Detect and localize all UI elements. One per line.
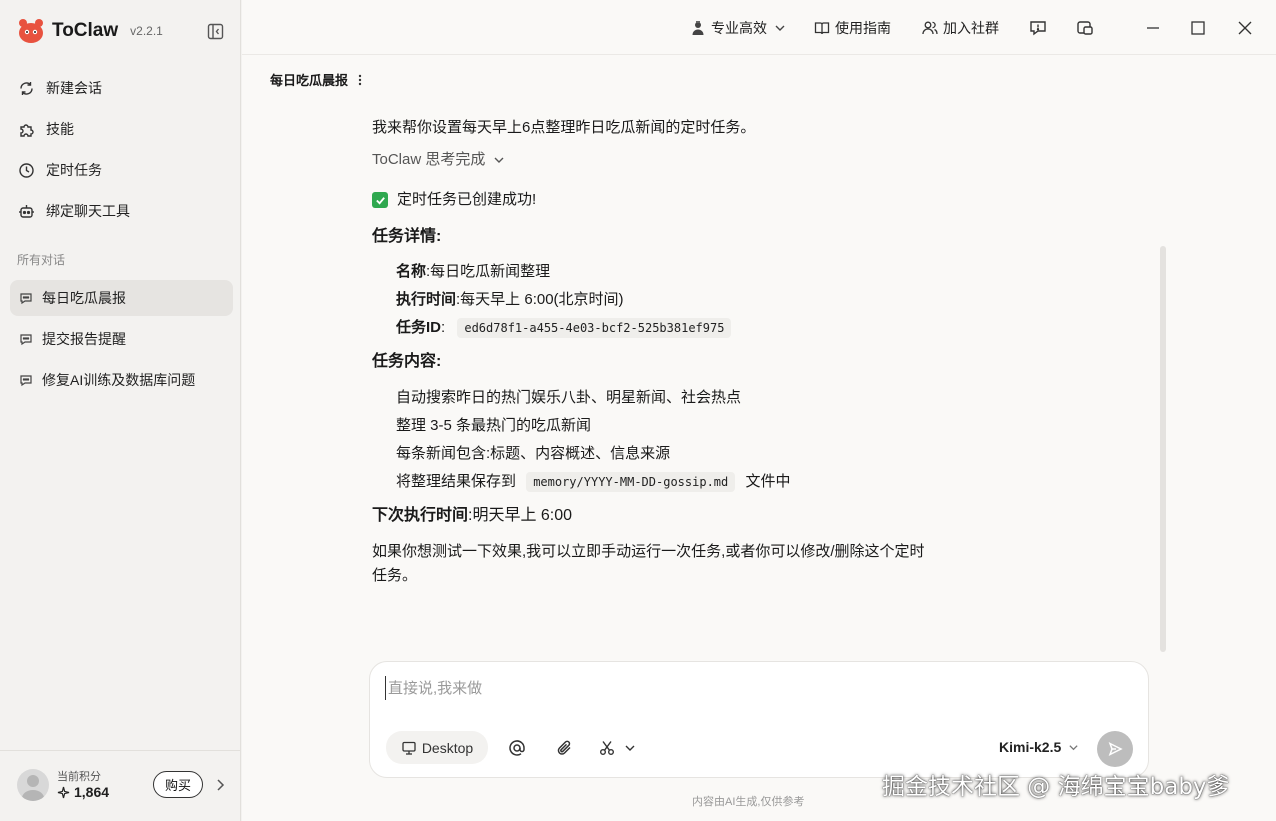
thinking-toggle[interactable]: ToClaw 思考完成 xyxy=(372,150,505,170)
account-panel: 当前积分 1,864 购买 xyxy=(0,750,241,821)
robot-icon xyxy=(19,204,34,218)
user-icon xyxy=(22,775,44,801)
nav-bind-chat-tools[interactable]: 绑定聊天工具 xyxy=(10,195,232,227)
clock-icon xyxy=(19,162,34,178)
nav-scheduled-tasks[interactable]: 定时任务 xyxy=(10,154,232,186)
check-icon xyxy=(372,192,388,208)
mode-label: 专业高效 xyxy=(711,20,767,36)
content-item-save: 将整理结果保存到 memory/YYYY-MM-DD-gossip.md 文件中 xyxy=(396,472,791,492)
guide-button[interactable]: 使用指南 xyxy=(814,18,891,38)
conversation-label: 提交报告提醒 xyxy=(42,331,126,347)
model-selector[interactable]: Kimi-k2.5 xyxy=(999,739,1079,755)
nav-skills[interactable]: 技能 xyxy=(10,113,232,145)
feedback-icon[interactable] xyxy=(1029,19,1047,37)
chevron-down-icon xyxy=(1069,744,1078,750)
mini-window-icon[interactable] xyxy=(1076,19,1094,37)
content-heading: 任务内容: xyxy=(372,353,442,370)
conversation-item[interactable]: 修复AI训练及数据库问题 xyxy=(10,362,233,398)
desktop-chip[interactable]: Desktop xyxy=(386,731,488,764)
desktop-icon xyxy=(402,741,416,755)
buy-button[interactable]: 购买 xyxy=(153,771,203,798)
nav-label: 定时任务 xyxy=(46,162,102,178)
section-label: 所有对话 xyxy=(17,253,66,267)
more-vertical-icon[interactable] xyxy=(358,73,362,87)
chevron-down-icon[interactable] xyxy=(624,742,636,754)
chevron-down-icon xyxy=(775,25,785,31)
sidebar: ToClaw v2.2.1 新建会话 技能 定时任务 绑定聊天工具 所有对话 每… xyxy=(0,0,241,821)
book-icon xyxy=(814,22,830,35)
scissors-icon[interactable] xyxy=(598,739,616,757)
chat-scrollbar[interactable] xyxy=(1160,246,1166,652)
watermark: 掘金技术社区 @ 海绵宝宝baby爹 xyxy=(882,774,1230,800)
mention-icon[interactable] xyxy=(508,739,526,757)
chat-bubble-icon xyxy=(20,334,32,346)
nav-label: 技能 xyxy=(46,121,74,137)
conversation-item[interactable]: 提交报告提醒 xyxy=(10,321,233,357)
detail-time: 执行时间:每天早上 6:00(北京时间) xyxy=(396,291,624,308)
avatar[interactable] xyxy=(17,769,49,801)
intro-text: 我来帮你设置每天早上6点整理昨日吃瓜新闻的定时任务。 xyxy=(372,119,756,136)
refresh-chat-icon xyxy=(20,81,33,95)
sidebar-collapse-icon[interactable] xyxy=(207,23,224,40)
ai-disclaimer: 内容由AI生成,仅供参考 xyxy=(692,796,805,808)
logo-row: ToClaw v2.2.1 xyxy=(16,16,163,46)
conversation-item[interactable]: 每日吃瓜晨报 xyxy=(10,280,233,316)
desktop-label: Desktop xyxy=(421,739,474,756)
puzzle-icon xyxy=(20,123,34,137)
closing-line-2: 任务。 xyxy=(372,567,418,584)
composer: Desktop Kimi-k2.5 xyxy=(369,661,1149,778)
success-text: 定时任务已创建成功! xyxy=(397,191,537,208)
conversation-label: 修复AI训练及数据库问题 xyxy=(42,372,196,388)
maximize-icon[interactable] xyxy=(1189,19,1207,37)
points-label: 当前积分 xyxy=(57,771,101,783)
conversation-title-row: 每日吃瓜晨报 xyxy=(270,70,362,89)
paperclip-icon[interactable] xyxy=(556,739,574,757)
close-icon[interactable] xyxy=(1236,19,1254,37)
conversation-label: 每日吃瓜晨报 xyxy=(42,290,126,306)
app-version: v2.2.1 xyxy=(130,24,163,38)
app-name: ToClaw xyxy=(52,20,119,41)
chat-bubble-icon xyxy=(20,375,32,387)
main-panel: 专业高效 使用指南 加入社群 每日吃瓜晨报 我来帮你设置每天早上6点整理昨日吃瓜… xyxy=(242,0,1276,821)
closing-line-1: 如果你想测试一下效果,我可以立即手动运行一次任务,或者你可以修改/删除这个定时 xyxy=(372,543,925,560)
send-icon xyxy=(1108,741,1123,757)
success-line: 定时任务已创建成功! xyxy=(372,190,536,210)
content-item: 整理 3-5 条最热门的吃瓜新闻 xyxy=(396,417,592,434)
chevron-right-icon[interactable] xyxy=(214,778,226,792)
chat-input[interactable] xyxy=(385,676,1125,700)
mode-selector[interactable]: 专业高效 xyxy=(690,18,786,38)
detail-name: 名称:每日吃瓜新闻整理 xyxy=(396,263,551,280)
details-heading: 任务详情: xyxy=(372,228,442,245)
conversation-title: 每日吃瓜晨报 xyxy=(270,73,349,88)
thinking-label: ToClaw 思考完成 xyxy=(372,151,486,168)
community-label: 加入社群 xyxy=(943,20,999,36)
guide-label: 使用指南 xyxy=(835,20,891,36)
nav-label: 新建会话 xyxy=(46,80,102,96)
sparkle-icon xyxy=(57,786,70,798)
content-item: 自动搜索昨日的热门娱乐八卦、明星新闻、社会热点 xyxy=(396,389,742,406)
community-button[interactable]: 加入社群 xyxy=(922,18,999,38)
model-label: Kimi-k2.5 xyxy=(999,739,1062,755)
task-id-code: ed6d78f1-a455-4e03-bcf2-525b381ef975 xyxy=(457,318,732,338)
minimize-icon[interactable] xyxy=(1144,19,1162,37)
chat-bubble-icon xyxy=(20,293,32,305)
chevron-down-icon xyxy=(494,157,504,163)
points-number: 1,864 xyxy=(74,784,110,800)
send-button[interactable] xyxy=(1097,731,1133,767)
save-path-code: memory/YYYY-MM-DD-gossip.md xyxy=(526,472,736,492)
detail-id: 任务ID: ed6d78f1-a455-4e03-bcf2-525b381ef9… xyxy=(396,318,732,338)
group-icon xyxy=(922,21,938,35)
person-mode-icon xyxy=(692,21,704,35)
points-value: 1,864 xyxy=(57,784,109,800)
next-run: 下次执行时间:明天早上 6:00 xyxy=(372,507,573,524)
toclaw-logo-icon xyxy=(19,19,43,43)
content-item: 每条新闻包含:标题、内容概述、信息来源 xyxy=(396,445,671,462)
nav-label: 绑定聊天工具 xyxy=(46,203,130,219)
top-bar: 专业高效 使用指南 加入社群 xyxy=(242,0,1276,55)
nav-new-chat[interactable]: 新建会话 xyxy=(10,72,232,104)
